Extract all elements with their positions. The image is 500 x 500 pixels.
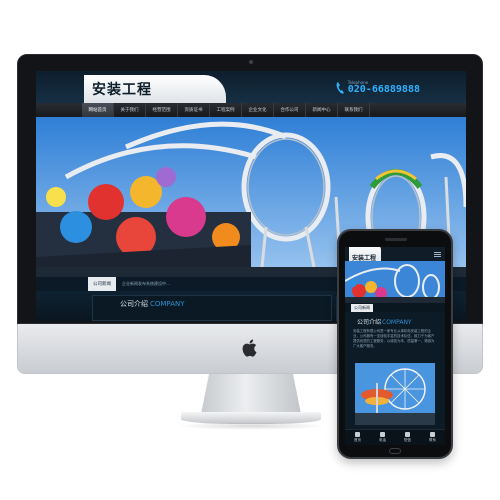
- home-button[interactable]: [389, 448, 401, 454]
- nav-item-certificates[interactable]: 资质证书: [178, 103, 210, 117]
- mobile-header: 安装工程: [345, 247, 445, 265]
- section-title-company: 公司介绍 COMPANY: [120, 299, 185, 309]
- notice-tag[interactable]: 公司新闻: [88, 277, 116, 291]
- tab-sms[interactable]: 短信: [395, 430, 420, 445]
- tab-contact[interactable]: 联系: [420, 430, 445, 445]
- mobile-section-title-cn: 公司介绍: [357, 319, 382, 326]
- nav-item-news[interactable]: 新闻中心: [306, 103, 338, 117]
- mobile-tab-bar: 首页 电话 短信 联系: [345, 429, 445, 445]
- site-logo[interactable]: 安装工程: [84, 75, 226, 103]
- site-header: 安装工程 Telephone 020-66889888: [36, 71, 466, 103]
- mobile-intro-text: 安装工程有限公司是一家专业从事机电安装工程的企业，公司拥有一支经验丰富的技术队伍…: [353, 329, 435, 348]
- phone-number: 020-66889888: [347, 84, 420, 95]
- phone-mockup: 安装工程 公司新闻 公司介绍COMPANY 安装工程有限公司是一家专业从事机电安…: [337, 229, 453, 459]
- section-title-en: COMPANY: [150, 300, 185, 308]
- nav-item-cases[interactable]: 工程案例: [210, 103, 242, 117]
- stand-neck: [201, 374, 301, 414]
- nav-item-contact[interactable]: 联系我们: [338, 103, 370, 117]
- nav-item-scope[interactable]: 经营范围: [146, 103, 178, 117]
- tab-sms-label: 短信: [404, 438, 411, 442]
- phone-icon: [336, 82, 344, 94]
- notice-text[interactable]: 企业新闻发布系统建设中…: [122, 281, 170, 287]
- hamburger-menu-icon[interactable]: [434, 251, 441, 257]
- mobile-hero-banner: [345, 261, 445, 303]
- imac-stand: [175, 374, 327, 430]
- speaker-grille: [385, 238, 407, 241]
- message-icon: [405, 432, 410, 437]
- tab-contact-label: 联系: [429, 438, 436, 442]
- stand-shadow: [175, 422, 327, 430]
- site-logo-text: 安装工程: [92, 82, 152, 98]
- nav-item-home[interactable]: 网站首页: [82, 103, 114, 117]
- section-title-cn: 公司介绍: [120, 300, 148, 308]
- mobile-notice-bar: 公司新闻: [345, 303, 445, 312]
- camera-icon: [249, 60, 253, 64]
- nav-item-partners[interactable]: 合作公司: [274, 103, 306, 117]
- tab-home-label: 首页: [354, 438, 361, 442]
- tab-phone[interactable]: 电话: [370, 430, 395, 445]
- header-phone: Telephone 020-66889888: [335, 75, 420, 101]
- contact-icon: [430, 432, 435, 437]
- nav-item-about[interactable]: 关于我们: [114, 103, 146, 117]
- mobile-section-title: 公司介绍COMPANY: [357, 317, 412, 326]
- mobile-section-title-en: COMPANY: [382, 319, 412, 326]
- phone-text: Telephone 020-66889888: [348, 81, 420, 95]
- mobile-rollercoaster-illustration: [345, 261, 445, 303]
- mobile-notice-tag[interactable]: 公司新闻: [351, 303, 373, 312]
- tab-phone-label: 电话: [379, 438, 386, 442]
- mobile-ferris-wheel-photo: [355, 363, 435, 425]
- tab-home[interactable]: 首页: [345, 430, 370, 445]
- main-nav: 网站首页 关于我们 经营范围 资质证书 工程案例 企业文化 合作公司 新闻中心 …: [36, 103, 466, 117]
- apple-logo-icon: [240, 337, 262, 359]
- phone-call-icon: [380, 432, 385, 437]
- home-icon: [355, 432, 360, 437]
- nav-item-culture[interactable]: 企业文化: [242, 103, 274, 117]
- mobile-site-screen: 安装工程 公司新闻 公司介绍COMPANY 安装工程有限公司是一家专业从事机电安…: [345, 247, 445, 445]
